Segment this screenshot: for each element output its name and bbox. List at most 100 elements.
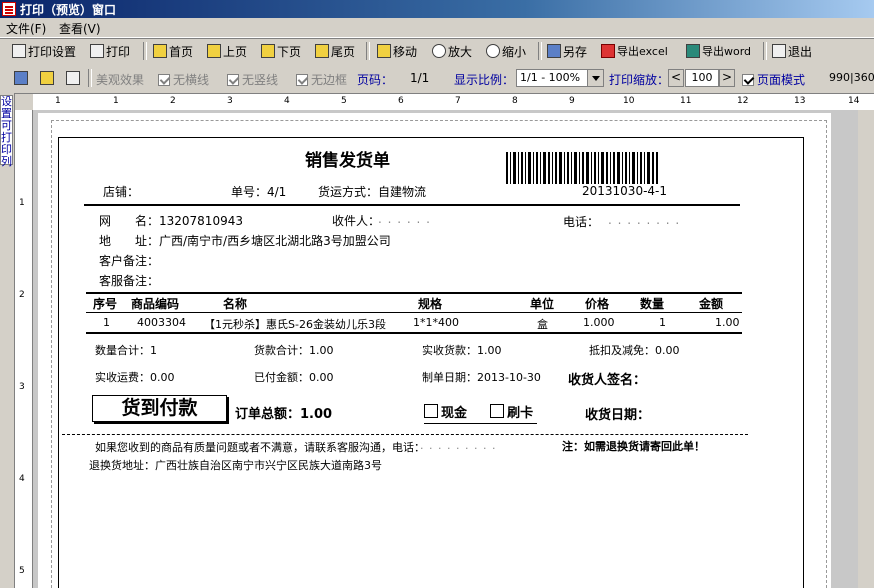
print-scale-decrease[interactable]: < [668,69,684,87]
select-icon[interactable] [14,71,28,85]
return-address: 退换货地址：广西壮族自治区南宁市兴宁区民族大道南路3号 [89,459,382,472]
print-setup-icon [12,44,26,58]
exit-button[interactable]: 退出 [772,42,812,60]
barcode-image [506,152,658,184]
col-header-spec: 规格 [418,297,443,311]
export-excel-button[interactable]: 导出excel [601,42,668,60]
last-page-icon [315,44,329,58]
last-page-button[interactable]: 尾页 [315,42,355,60]
cell-seq: 1 [103,316,110,329]
cod-box: 货到付款 [92,395,227,422]
vertical-ruler: 1 2 3 4 5 [15,110,33,588]
layout-icon[interactable] [66,71,80,85]
qty-total: 数量合计：1 [95,344,157,357]
print-scale-input[interactable]: 100 [685,69,719,87]
receiver-value-redacted: . . . . . . [378,212,431,226]
quality-note: 如果您收到的商品有质量问题或者不满意，请联系客服沟通，电话： [95,441,425,454]
size-readout: 990|360 [829,71,874,84]
print-setup-button[interactable]: 打印设置 [12,42,76,60]
floppy-icon [547,44,561,58]
print-scale-increase[interactable]: > [719,69,735,87]
cell-price: 1.000 [583,316,615,329]
store-label: 店铺： [103,185,140,199]
col-header-price: 价格 [585,297,610,311]
paid-amount: 已付金额：0.00 [254,371,334,384]
checkbox-box [227,74,239,86]
printable-columns-tab[interactable]: 设置可打印列 [0,95,13,168]
return-note: 注：如需退换货请寄回此单！ [562,440,705,453]
goods-total: 货款合计：1.00 [254,344,334,357]
table-header-line [86,312,742,313]
customer-note-label: 客户备注： [99,254,160,268]
chevron-down-icon[interactable] [587,70,603,86]
phone-label: 电话： [563,215,600,229]
table-top-line [86,292,742,294]
cell-name: 【1元秒杀】惠氏S-26金装幼儿乐3段 [204,318,386,331]
menu-bar: 文件(F) 查看(V) [0,18,874,38]
main-toolbar: 打印设置 打印 首页 上页 下页 尾页 移动 放大 缩小 另存 导出excel … [0,38,874,64]
brush-icon[interactable] [40,71,54,85]
order-total: 订单总额：1.00 [235,407,333,422]
toolbar-separator [88,69,92,87]
web-name: 网 名：13207810943 [99,214,243,228]
menu-file[interactable]: 文件(F) [6,20,46,37]
options-toolbar: 美观效果 无横线 无竖线 无边框 页码： 1/1 显示比例： 1/1 - 100… [0,63,874,94]
cut-line [62,434,748,435]
beauty-effect-option[interactable]: 美观效果 [96,71,144,88]
word-icon [686,44,700,58]
display-scale-select[interactable]: 1/1 - 100% [516,69,604,87]
menu-view[interactable]: 查看(V) [59,20,101,37]
save-as-button[interactable]: 另存 [547,42,587,60]
zoom-out-button[interactable]: 缩小 [486,42,526,60]
first-page-button[interactable]: 首页 [153,42,193,60]
toolbar-separator [538,42,542,60]
cell-unit: 盒 [537,318,548,331]
zoom-out-icon [486,44,500,58]
service-phone-redacted: . . . . . . . . . [420,439,497,452]
checkbox-box [296,74,308,86]
printer-icon [90,44,104,58]
col-header-unit: 单位 [530,297,555,311]
barcode-number: 20131030-4-1 [582,184,668,198]
page-number-value: 1/1 [410,71,430,85]
address: 地 址：广西/南宁市/西乡塘区北湖北路3号加盟公司 [99,234,391,248]
phone-value-redacted: . . . . . . . . [608,213,681,227]
print-button[interactable]: 打印 [90,42,130,60]
col-header-name: 名称 [223,297,248,311]
toolbar-separator [366,42,370,60]
cell-spec: 1*1*400 [413,316,459,329]
table-bottom-line [86,332,742,334]
page-mode-checkbox[interactable]: 页面模式 [742,71,805,88]
cash-checkbox [424,404,438,418]
vertical-scrollbar[interactable] [858,110,874,588]
checkbox-box [742,74,754,86]
no-border-checkbox[interactable]: 无边框 [296,71,347,88]
col-header-seq: 序号 [93,297,118,311]
first-page-icon [153,44,167,58]
card-checkbox [490,404,505,418]
discount: 抵扣及减免：0.00 [589,344,680,357]
exit-door-icon [772,44,786,58]
move-button[interactable]: 移动 [377,42,417,60]
horizontal-ruler: 1 1 2 3 4 5 6 7 8 9 10 11 12 13 14 [33,94,874,111]
no-hline-checkbox[interactable]: 无横线 [158,71,209,88]
app-icon [2,2,16,16]
hand-icon [377,44,391,58]
page-number-label: 页码： [357,73,394,87]
col-header-qty: 数量 [640,297,665,311]
window-title: 打印（预览）窗口 [20,3,117,17]
col-header-code: 商品编码 [131,297,180,311]
divider-line [84,204,740,206]
shipping-method: 货运方式：自建物流 [318,185,427,199]
no-vline-checkbox[interactable]: 无竖线 [227,71,278,88]
toolbar-separator [143,42,147,60]
next-page-button[interactable]: 下页 [261,42,301,60]
prev-page-button[interactable]: 上页 [207,42,247,60]
received-goods: 实收货款：1.00 [422,344,502,357]
zoom-in-button[interactable]: 放大 [432,42,472,60]
export-word-button[interactable]: 导出word [686,42,751,60]
prev-page-icon [207,44,221,58]
display-scale-label: 显示比例： [454,73,515,87]
order-number: 单号：4/1 [231,185,287,199]
next-page-icon [261,44,275,58]
